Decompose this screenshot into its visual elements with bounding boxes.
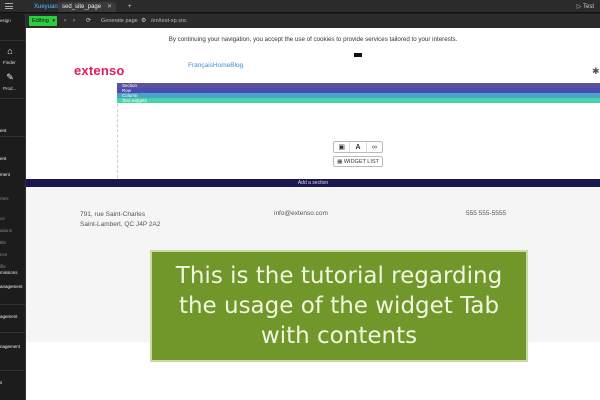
- add-tab-icon[interactable]: +: [124, 2, 136, 12]
- tab-label: sed_site_page: [62, 4, 102, 10]
- address-line-2: Saint-Lambert, QC J4P 2A2: [80, 221, 161, 228]
- gear-icon[interactable]: ⚙: [141, 16, 146, 26]
- close-icon[interactable]: ✕: [107, 4, 112, 10]
- widget-list-button[interactable]: ▦ WIDGET LIST: [333, 156, 383, 167]
- sidebar-item-2[interactable]: ent: [0, 156, 26, 161]
- refresh-icon[interactable]: ⟳: [86, 16, 91, 26]
- forward-icon[interactable]: ›: [73, 16, 75, 26]
- sidebar-item-9[interactable]: ifle: [0, 264, 26, 269]
- sidebar-item-3[interactable]: ment: [0, 172, 26, 177]
- menu-icon[interactable]: [5, 3, 13, 9]
- divider: [0, 332, 26, 333]
- site-logo[interactable]: extenso: [74, 63, 125, 78]
- sidebar-item-6[interactable]: ations: [0, 228, 26, 233]
- sidebar-item-13[interactable]: nagement: [0, 344, 26, 349]
- finder-icon[interactable]: ⌂: [5, 46, 15, 56]
- footer-phone: 555 555-5555: [466, 210, 507, 217]
- chevron-down-icon: ▾: [52, 18, 55, 24]
- sidebar-item-design[interactable]: esign: [0, 18, 26, 23]
- nav-links[interactable]: FrançaisHomeBlog: [188, 62, 243, 69]
- mode-dropdown[interactable]: Editing ▾: [29, 16, 57, 26]
- sidebar-item-finder[interactable]: Finder: [3, 60, 25, 65]
- divider: [0, 370, 26, 371]
- tab-xueyuan[interactable]: Xueyuan: [30, 2, 62, 12]
- divider: [0, 40, 26, 41]
- link-icon[interactable]: ∞: [367, 142, 382, 152]
- cookie-notice: By continuing your navigation, you accep…: [168, 36, 458, 43]
- grid-icon: ▦: [337, 159, 343, 165]
- tutorial-banner: This is the tutorial regarding the usage…: [150, 250, 528, 362]
- user-icon[interactable]: ✱: [592, 66, 600, 77]
- back-icon[interactable]: ‹: [64, 16, 66, 26]
- top-tab-bar: Xueyuan sed_site_page ✕ + ▷ Test: [0, 0, 600, 13]
- widget-list-label: WIDGET LIST: [343, 159, 379, 165]
- add-section-button[interactable]: Add a section: [26, 179, 600, 187]
- test-label: Test: [582, 4, 594, 10]
- divider: [0, 304, 26, 305]
- image-icon[interactable]: ▣: [334, 142, 351, 152]
- structure-stack: Section Row Column Text widgets: [117, 83, 600, 103]
- cookie-accept-button[interactable]: [354, 53, 362, 57]
- sidebar-item-12[interactable]: agement: [0, 314, 26, 319]
- address-line-1: 791, rue Saint-Charles: [80, 211, 146, 218]
- mode-label: Editing: [32, 18, 49, 24]
- widgets-bar[interactable]: Text widgets: [117, 98, 600, 103]
- divider: [0, 98, 26, 99]
- banner-text: This is the tutorial regarding the usage…: [175, 263, 503, 349]
- sidebar-item-1[interactable]: ent: [0, 128, 26, 133]
- sidebar-item-11[interactable]: anagement: [0, 284, 26, 289]
- widget-quick-buttons: ▣ A ∞: [333, 141, 383, 153]
- footer-address: 791, rue Saint-Charles Saint-Lambert, QC…: [80, 210, 160, 230]
- sidebar-item-5[interactable]: ce: [0, 216, 26, 221]
- page-url: /en/test-xp.snc: [151, 18, 187, 24]
- sidebar-item-8[interactable]: nce: [0, 252, 26, 257]
- divider: [0, 136, 26, 137]
- sidebar-item-product[interactable]: Prod...: [3, 86, 25, 91]
- sidebar-item-4[interactable]: rties: [0, 196, 26, 201]
- left-sidebar: esign ⌂ Finder ✎ Prod... ent ent ment rt…: [0, 14, 26, 400]
- sidebar-item-7[interactable]: ttle: [0, 240, 26, 245]
- generate-page-button[interactable]: Generate page: [101, 16, 138, 26]
- tab-sed-site-page[interactable]: sed_site_page ✕: [58, 2, 117, 12]
- sidebar-item-14[interactable]: s: [0, 380, 26, 385]
- text-icon[interactable]: A: [350, 142, 367, 152]
- test-button[interactable]: ▷ Test: [577, 2, 594, 12]
- footer-email[interactable]: info@extenso.com: [274, 210, 328, 217]
- product-icon[interactable]: ✎: [5, 72, 15, 82]
- editor-toolbar: Editing ▾ ‹ › ⟳ Generate page ⚙ /en/test…: [26, 14, 600, 28]
- sidebar-item-10[interactable]: missions: [0, 270, 26, 275]
